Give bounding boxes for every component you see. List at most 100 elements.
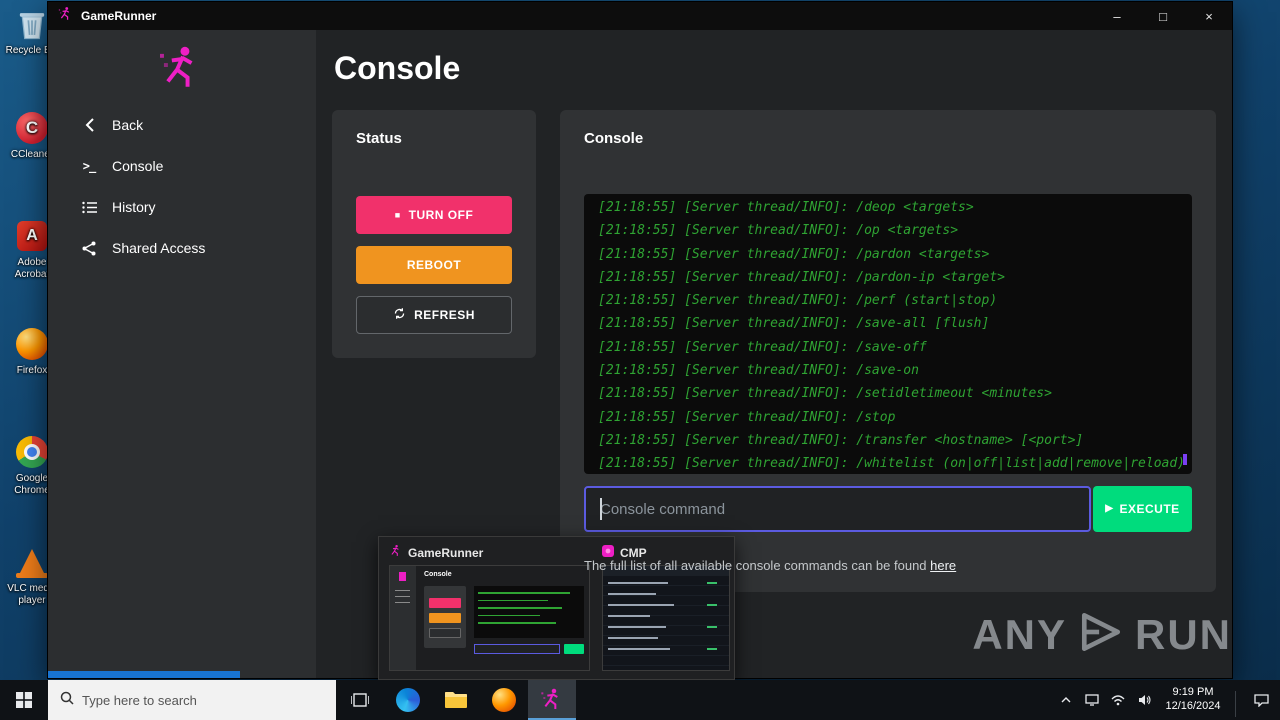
help-link[interactable]: here — [930, 558, 956, 573]
sidebar-item-label: Back — [112, 117, 144, 133]
scroll-indicator — [1183, 454, 1187, 465]
thumbnail-header: GameRunner — [389, 544, 590, 562]
chrome-icon — [16, 436, 48, 468]
gamerunner-app-icon — [541, 688, 558, 709]
console-log-line: [21:18:55] [Server thread/INFO]: /transf… — [598, 432, 1084, 448]
clock-time: 9:19 PM — [1172, 686, 1214, 698]
console-log-line: [21:18:55] [Server thread/INFO]: /save-o… — [598, 339, 927, 355]
refresh-button[interactable]: REFRESH — [356, 296, 512, 334]
console-log-line: [21:18:55] [Server thread/INFO]: /whitel… — [598, 456, 1185, 472]
window-title: GameRunner — [81, 9, 157, 23]
taskbar-explorer-icon[interactable] — [432, 680, 480, 720]
network-icon[interactable] — [1105, 680, 1131, 720]
taskbar-edge-icon[interactable] — [384, 680, 432, 720]
list-icon — [80, 201, 98, 214]
ccleaner-icon: C — [16, 112, 48, 144]
watermark-text-any: ANY — [972, 610, 1067, 658]
tray-monitor-icon[interactable] — [1079, 680, 1105, 720]
watermark-text-run: RUN — [1135, 610, 1232, 658]
console-card-title: Console — [584, 130, 644, 147]
sidebar-item-back[interactable]: Back — [48, 107, 316, 143]
thumbnail-title: GameRunner — [408, 546, 484, 560]
console-log-line: [21:18:55] [Server thread/INFO]: /save-a… — [598, 316, 990, 332]
window-titlebar[interactable]: GameRunner – □ × — [48, 2, 1232, 30]
taskbar: 9:19 PM 12/16/2024 — [0, 680, 1280, 720]
screen: Recycle Bin C CCleaner A Adobe Acrobat F… — [0, 0, 1280, 720]
window-controls: – □ × — [1094, 2, 1232, 30]
turn-off-label: TURN OFF — [408, 208, 474, 222]
clock-date: 12/16/2024 — [1165, 700, 1221, 712]
tray-divider — [1235, 690, 1236, 717]
reboot-label: REBOOT — [406, 258, 462, 272]
sidebar-item-label: Console — [112, 158, 164, 174]
chevron-left-icon — [80, 118, 98, 132]
console-log-line: [21:18:55] [Server thread/INFO]: /op <ta… — [598, 223, 959, 239]
system-tray: 9:19 PM 12/16/2024 — [1053, 680, 1280, 720]
gamerunner-logo — [160, 42, 202, 97]
stop-icon: ■ — [394, 209, 401, 220]
close-button[interactable]: × — [1186, 2, 1232, 30]
console-log-line: [21:18:55] [Server thread/INFO]: /save-o… — [598, 363, 919, 379]
task-view-button[interactable] — [336, 680, 384, 720]
sidebar-item-label: History — [112, 199, 156, 215]
console-log-line: [21:18:55] [Server thread/INFO]: /stop — [598, 409, 896, 425]
console-log-line: [21:18:55] [Server thread/INFO]: /pardon… — [598, 269, 1005, 285]
vlc-icon — [16, 549, 48, 578]
refresh-label: REFRESH — [414, 308, 475, 322]
reboot-button[interactable]: REBOOT — [356, 246, 512, 284]
file-explorer-icon — [445, 692, 467, 708]
action-center-button[interactable] — [1242, 680, 1280, 720]
refresh-icon — [393, 307, 406, 323]
taskbar-search[interactable] — [48, 680, 336, 720]
console-command-input[interactable] — [584, 486, 1091, 532]
recycle-bin-icon — [14, 6, 50, 42]
console-output[interactable]: [21:18:55] [Server thread/INFO]: /deop <… — [584, 194, 1192, 474]
sidebar-item-label: Shared Access — [112, 240, 206, 256]
start-button[interactable] — [0, 680, 48, 720]
status-card: Status ■ TURN OFF REBOOT REFRESH — [332, 110, 536, 358]
edge-icon — [396, 688, 420, 712]
cmp-thumbnail-preview[interactable] — [602, 565, 730, 671]
text-cursor — [600, 498, 602, 520]
sidebar-item-console[interactable]: >_ Console — [48, 148, 316, 184]
gamerunner-thumbnail[interactable]: GameRunner Console — [389, 544, 590, 671]
sidebar-item-shared-access[interactable]: Shared Access — [48, 230, 316, 266]
taskbar-firefox-icon[interactable] — [480, 680, 528, 720]
console-log-line: [21:18:55] [Server thread/INFO]: /pardon… — [598, 246, 990, 262]
share-icon — [80, 241, 98, 256]
sidebar-nav: Back >_ Console History Shared Access — [48, 107, 316, 271]
firefox-icon — [492, 688, 516, 712]
search-icon — [60, 691, 74, 710]
console-help-text: The full list of all available console c… — [584, 558, 956, 573]
search-input[interactable] — [82, 692, 312, 708]
turn-off-button[interactable]: ■ TURN OFF — [356, 196, 512, 234]
console-card: Console [21:18:55] [Server thread/INFO]:… — [560, 110, 1216, 592]
status-card-title: Status — [356, 130, 402, 147]
maximize-button[interactable]: □ — [1140, 2, 1186, 30]
taskbar-gamerunner-icon[interactable] — [528, 680, 576, 720]
page-title: Console — [334, 50, 461, 86]
tray-expand-button[interactable] — [1053, 680, 1079, 720]
gamerunner-app-icon — [389, 544, 402, 562]
help-text-prefix: The full list of all available console c… — [584, 558, 931, 573]
console-log-line: [21:18:55] [Server thread/INFO]: /deop <… — [598, 200, 974, 215]
console-log-line: [21:18:55] [Server thread/INFO]: /setidl… — [598, 386, 1052, 402]
anyrun-watermark: ANY RUN — [972, 610, 1232, 659]
taskbar-clock[interactable]: 9:19 PM 12/16/2024 — [1157, 680, 1229, 720]
play-icon: ▶ — [1105, 503, 1114, 514]
terminal-icon: >_ — [82, 159, 96, 173]
sidebar-item-history[interactable]: History — [48, 189, 316, 225]
minimize-button[interactable]: – — [1094, 2, 1140, 30]
gamerunner-app-icon — [58, 6, 73, 26]
adobe-acrobat-icon: A — [17, 221, 47, 251]
console-log-line: [21:18:55] [Server thread/INFO]: /perf (… — [598, 293, 998, 309]
gamerunner-thumbnail-preview[interactable]: Console — [389, 565, 590, 671]
volume-icon[interactable] — [1131, 680, 1157, 720]
console-input-row: ▶ EXECUTE — [584, 486, 1192, 532]
execute-button[interactable]: ▶ EXECUTE — [1093, 486, 1192, 532]
firefox-icon — [16, 328, 48, 360]
execute-label: EXECUTE — [1119, 502, 1180, 516]
progress-strip — [48, 671, 240, 678]
sidebar: Back >_ Console History Shared Access — [48, 30, 316, 678]
anyrun-logo-icon — [1075, 610, 1127, 659]
